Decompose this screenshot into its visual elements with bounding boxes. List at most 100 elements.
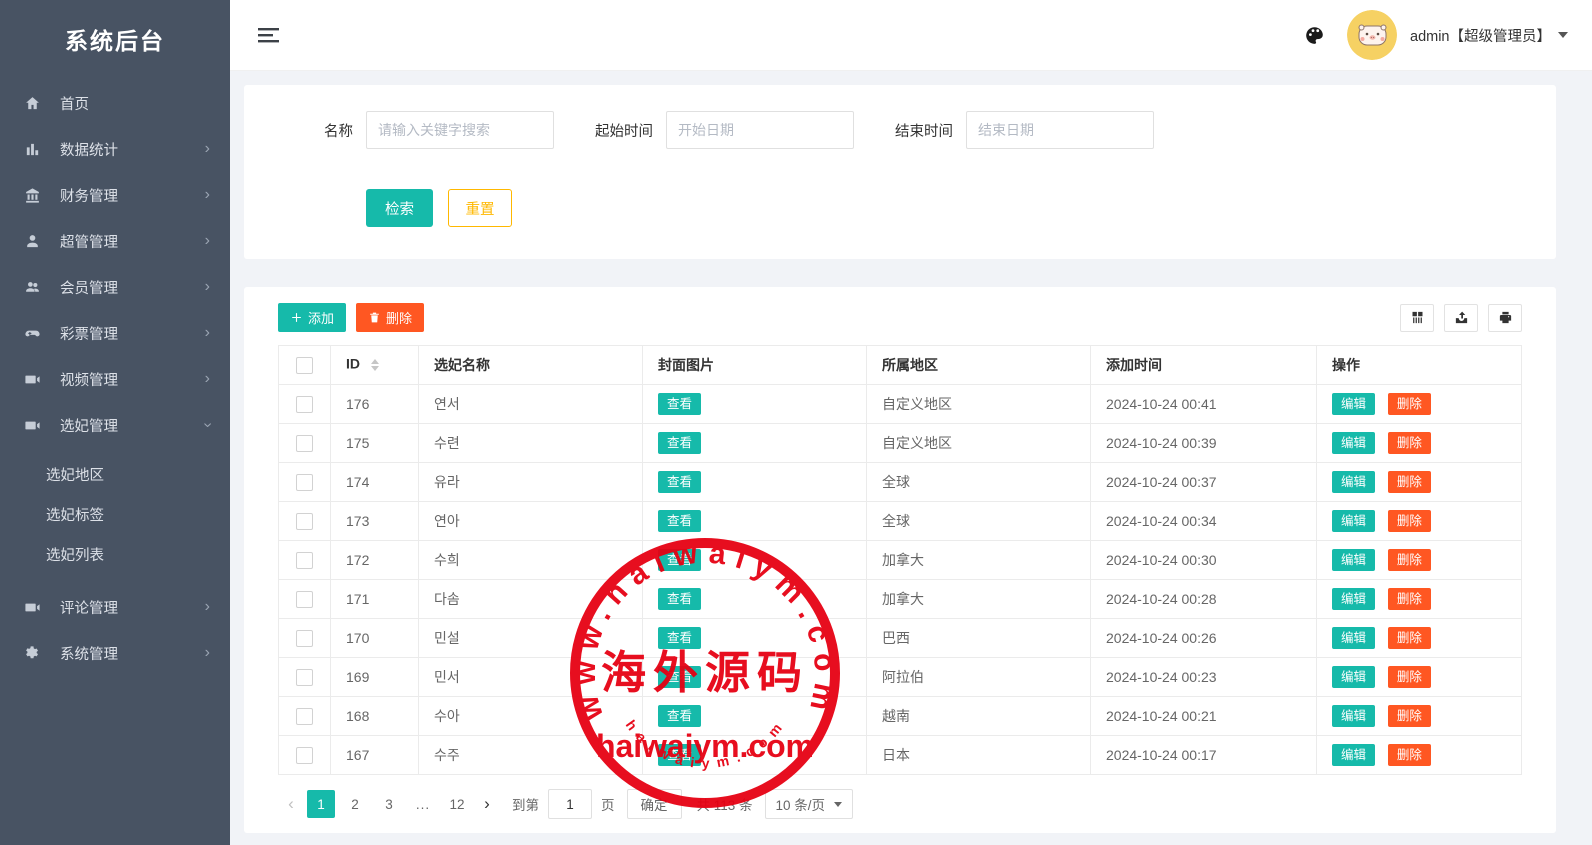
sidebar-subitem-region[interactable]: 选妃地区 bbox=[0, 454, 230, 494]
page-button[interactable]: 3 bbox=[375, 790, 403, 818]
row-checkbox[interactable] bbox=[296, 513, 313, 530]
delete-button[interactable]: 删除 bbox=[1388, 744, 1431, 767]
delete-button[interactable]: 删除 bbox=[1388, 432, 1431, 455]
user-avatar[interactable] bbox=[1347, 10, 1397, 60]
page-button[interactable]: 2 bbox=[341, 790, 369, 818]
view-cover-button[interactable]: 查看 bbox=[658, 705, 701, 728]
delete-button[interactable]: 删除 bbox=[1388, 393, 1431, 416]
confirm-button[interactable]: 确定 bbox=[627, 789, 682, 819]
row-checkbox[interactable] bbox=[296, 552, 313, 569]
end-time-label: 结束时间 bbox=[895, 120, 953, 141]
edit-button[interactable]: 编辑 bbox=[1332, 510, 1375, 533]
name-input[interactable] bbox=[366, 111, 554, 149]
row-checkbox[interactable] bbox=[296, 747, 313, 764]
table-row: 174 유라 查看 全球 2024-10-24 00:37 编辑 删除 bbox=[279, 463, 1522, 502]
edit-button[interactable]: 编辑 bbox=[1332, 471, 1375, 494]
columns-filter-button[interactable] bbox=[1400, 304, 1434, 332]
view-cover-button[interactable]: 查看 bbox=[658, 510, 701, 533]
sidebar-subitem-list[interactable]: 选妃列表 bbox=[0, 534, 230, 574]
edit-button[interactable]: 编辑 bbox=[1332, 666, 1375, 689]
row-checkbox[interactable] bbox=[296, 630, 313, 647]
table-row: 176 연서 查看 自定义地区 2024-10-24 00:41 编辑 删除 bbox=[279, 385, 1522, 424]
row-checkbox[interactable] bbox=[296, 435, 313, 452]
row-name: 민설 bbox=[419, 619, 643, 658]
sort-icon[interactable] bbox=[371, 355, 379, 375]
sidebar-item-stats[interactable]: 数据统计 › bbox=[0, 126, 230, 172]
collapse-menu-button[interactable] bbox=[257, 25, 281, 45]
view-cover-button[interactable]: 查看 bbox=[658, 744, 701, 767]
name-label: 名称 bbox=[324, 120, 353, 141]
row-name: 민서 bbox=[419, 658, 643, 697]
row-name: 연아 bbox=[419, 502, 643, 541]
delete-button[interactable]: 删除 bbox=[1388, 549, 1431, 572]
search-form-row: 名称 起始时间 结束时间 bbox=[244, 111, 1556, 149]
select-all-checkbox[interactable] bbox=[296, 357, 313, 374]
goto-page-input[interactable] bbox=[548, 789, 592, 819]
delete-button[interactable]: 删除 bbox=[1388, 471, 1431, 494]
edit-button[interactable]: 编辑 bbox=[1332, 549, 1375, 572]
row-checkbox[interactable] bbox=[296, 669, 313, 686]
row-id: 174 bbox=[331, 463, 419, 502]
table-toolbar: 添加 删除 bbox=[278, 303, 1522, 332]
next-page-button[interactable]: › bbox=[474, 790, 500, 818]
theme-palette-icon[interactable] bbox=[1304, 25, 1325, 46]
delete-button[interactable]: 删除 bbox=[1388, 510, 1431, 533]
chevron-right-icon: › bbox=[205, 187, 210, 203]
delete-button[interactable]: 删除 bbox=[1388, 627, 1431, 650]
prev-page-button[interactable]: ‹ bbox=[278, 790, 304, 818]
page-buttons: 123...12 bbox=[304, 790, 474, 818]
edit-button[interactable]: 编辑 bbox=[1332, 744, 1375, 767]
topbar-right: admin【超级管理员】 bbox=[1304, 10, 1568, 60]
view-cover-button[interactable]: 查看 bbox=[658, 666, 701, 689]
content: 名称 起始时间 结束时间 检索 重置 bbox=[230, 71, 1592, 845]
delete-button[interactable]: 删除 bbox=[1388, 705, 1431, 728]
per-page-select[interactable]: 10 条/页 bbox=[765, 789, 854, 819]
edit-button[interactable]: 编辑 bbox=[1332, 627, 1375, 650]
sidebar-item-xuanfei[interactable]: 选妃管理 › bbox=[0, 402, 230, 448]
view-cover-button[interactable]: 查看 bbox=[658, 627, 701, 650]
reset-button[interactable]: 重置 bbox=[448, 189, 512, 227]
delete-button[interactable]: 删除 bbox=[1388, 666, 1431, 689]
search-buttons-row: 检索 重置 bbox=[244, 189, 1556, 227]
view-cover-button[interactable]: 查看 bbox=[658, 588, 701, 611]
export-button[interactable] bbox=[1444, 304, 1478, 332]
delete-button[interactable]: 删除 bbox=[1388, 588, 1431, 611]
row-time: 2024-10-24 00:17 bbox=[1091, 736, 1317, 775]
add-button[interactable]: 添加 bbox=[278, 303, 346, 332]
end-date-input[interactable] bbox=[966, 111, 1154, 149]
row-time: 2024-10-24 00:41 bbox=[1091, 385, 1317, 424]
edit-button[interactable]: 编辑 bbox=[1332, 432, 1375, 455]
user-dropdown[interactable]: admin【超级管理员】 bbox=[1397, 25, 1568, 46]
sidebar-item-finance[interactable]: 财务管理 › bbox=[0, 172, 230, 218]
sidebar-subitem-tag[interactable]: 选妃标签 bbox=[0, 494, 230, 534]
edit-button[interactable]: 编辑 bbox=[1332, 393, 1375, 416]
edit-button[interactable]: 编辑 bbox=[1332, 588, 1375, 611]
sidebar-item-system[interactable]: 系统管理 › bbox=[0, 630, 230, 676]
row-checkbox[interactable] bbox=[296, 396, 313, 413]
row-checkbox[interactable] bbox=[296, 708, 313, 725]
row-checkbox[interactable] bbox=[296, 591, 313, 608]
row-checkbox[interactable] bbox=[296, 474, 313, 491]
sidebar-item-lottery[interactable]: 彩票管理 › bbox=[0, 310, 230, 356]
page-button[interactable]: 12 bbox=[443, 790, 471, 818]
edit-button[interactable]: 编辑 bbox=[1332, 705, 1375, 728]
sidebar-item-home[interactable]: 首页 bbox=[0, 80, 230, 126]
view-cover-button[interactable]: 查看 bbox=[658, 393, 701, 416]
sidebar-item-members[interactable]: 会员管理 › bbox=[0, 264, 230, 310]
row-region: 自定义地区 bbox=[867, 424, 1091, 463]
print-button[interactable] bbox=[1488, 304, 1522, 332]
start-date-input[interactable] bbox=[666, 111, 854, 149]
search-button[interactable]: 检索 bbox=[366, 189, 433, 227]
video-camera-icon bbox=[24, 370, 44, 388]
video-camera-icon bbox=[24, 598, 44, 616]
view-cover-button[interactable]: 查看 bbox=[658, 471, 701, 494]
batch-delete-button[interactable]: 删除 bbox=[356, 303, 424, 332]
chevron-right-icon: › bbox=[205, 141, 210, 157]
sidebar-item-superadmin[interactable]: 超管管理 › bbox=[0, 218, 230, 264]
view-cover-button[interactable]: 查看 bbox=[658, 549, 701, 572]
view-cover-button[interactable]: 查看 bbox=[658, 432, 701, 455]
page-button[interactable]: 1 bbox=[307, 790, 335, 818]
sidebar-item-comments[interactable]: 评论管理 › bbox=[0, 584, 230, 630]
sidebar-item-video[interactable]: 视频管理 › bbox=[0, 356, 230, 402]
col-header-id[interactable]: ID bbox=[331, 346, 419, 385]
